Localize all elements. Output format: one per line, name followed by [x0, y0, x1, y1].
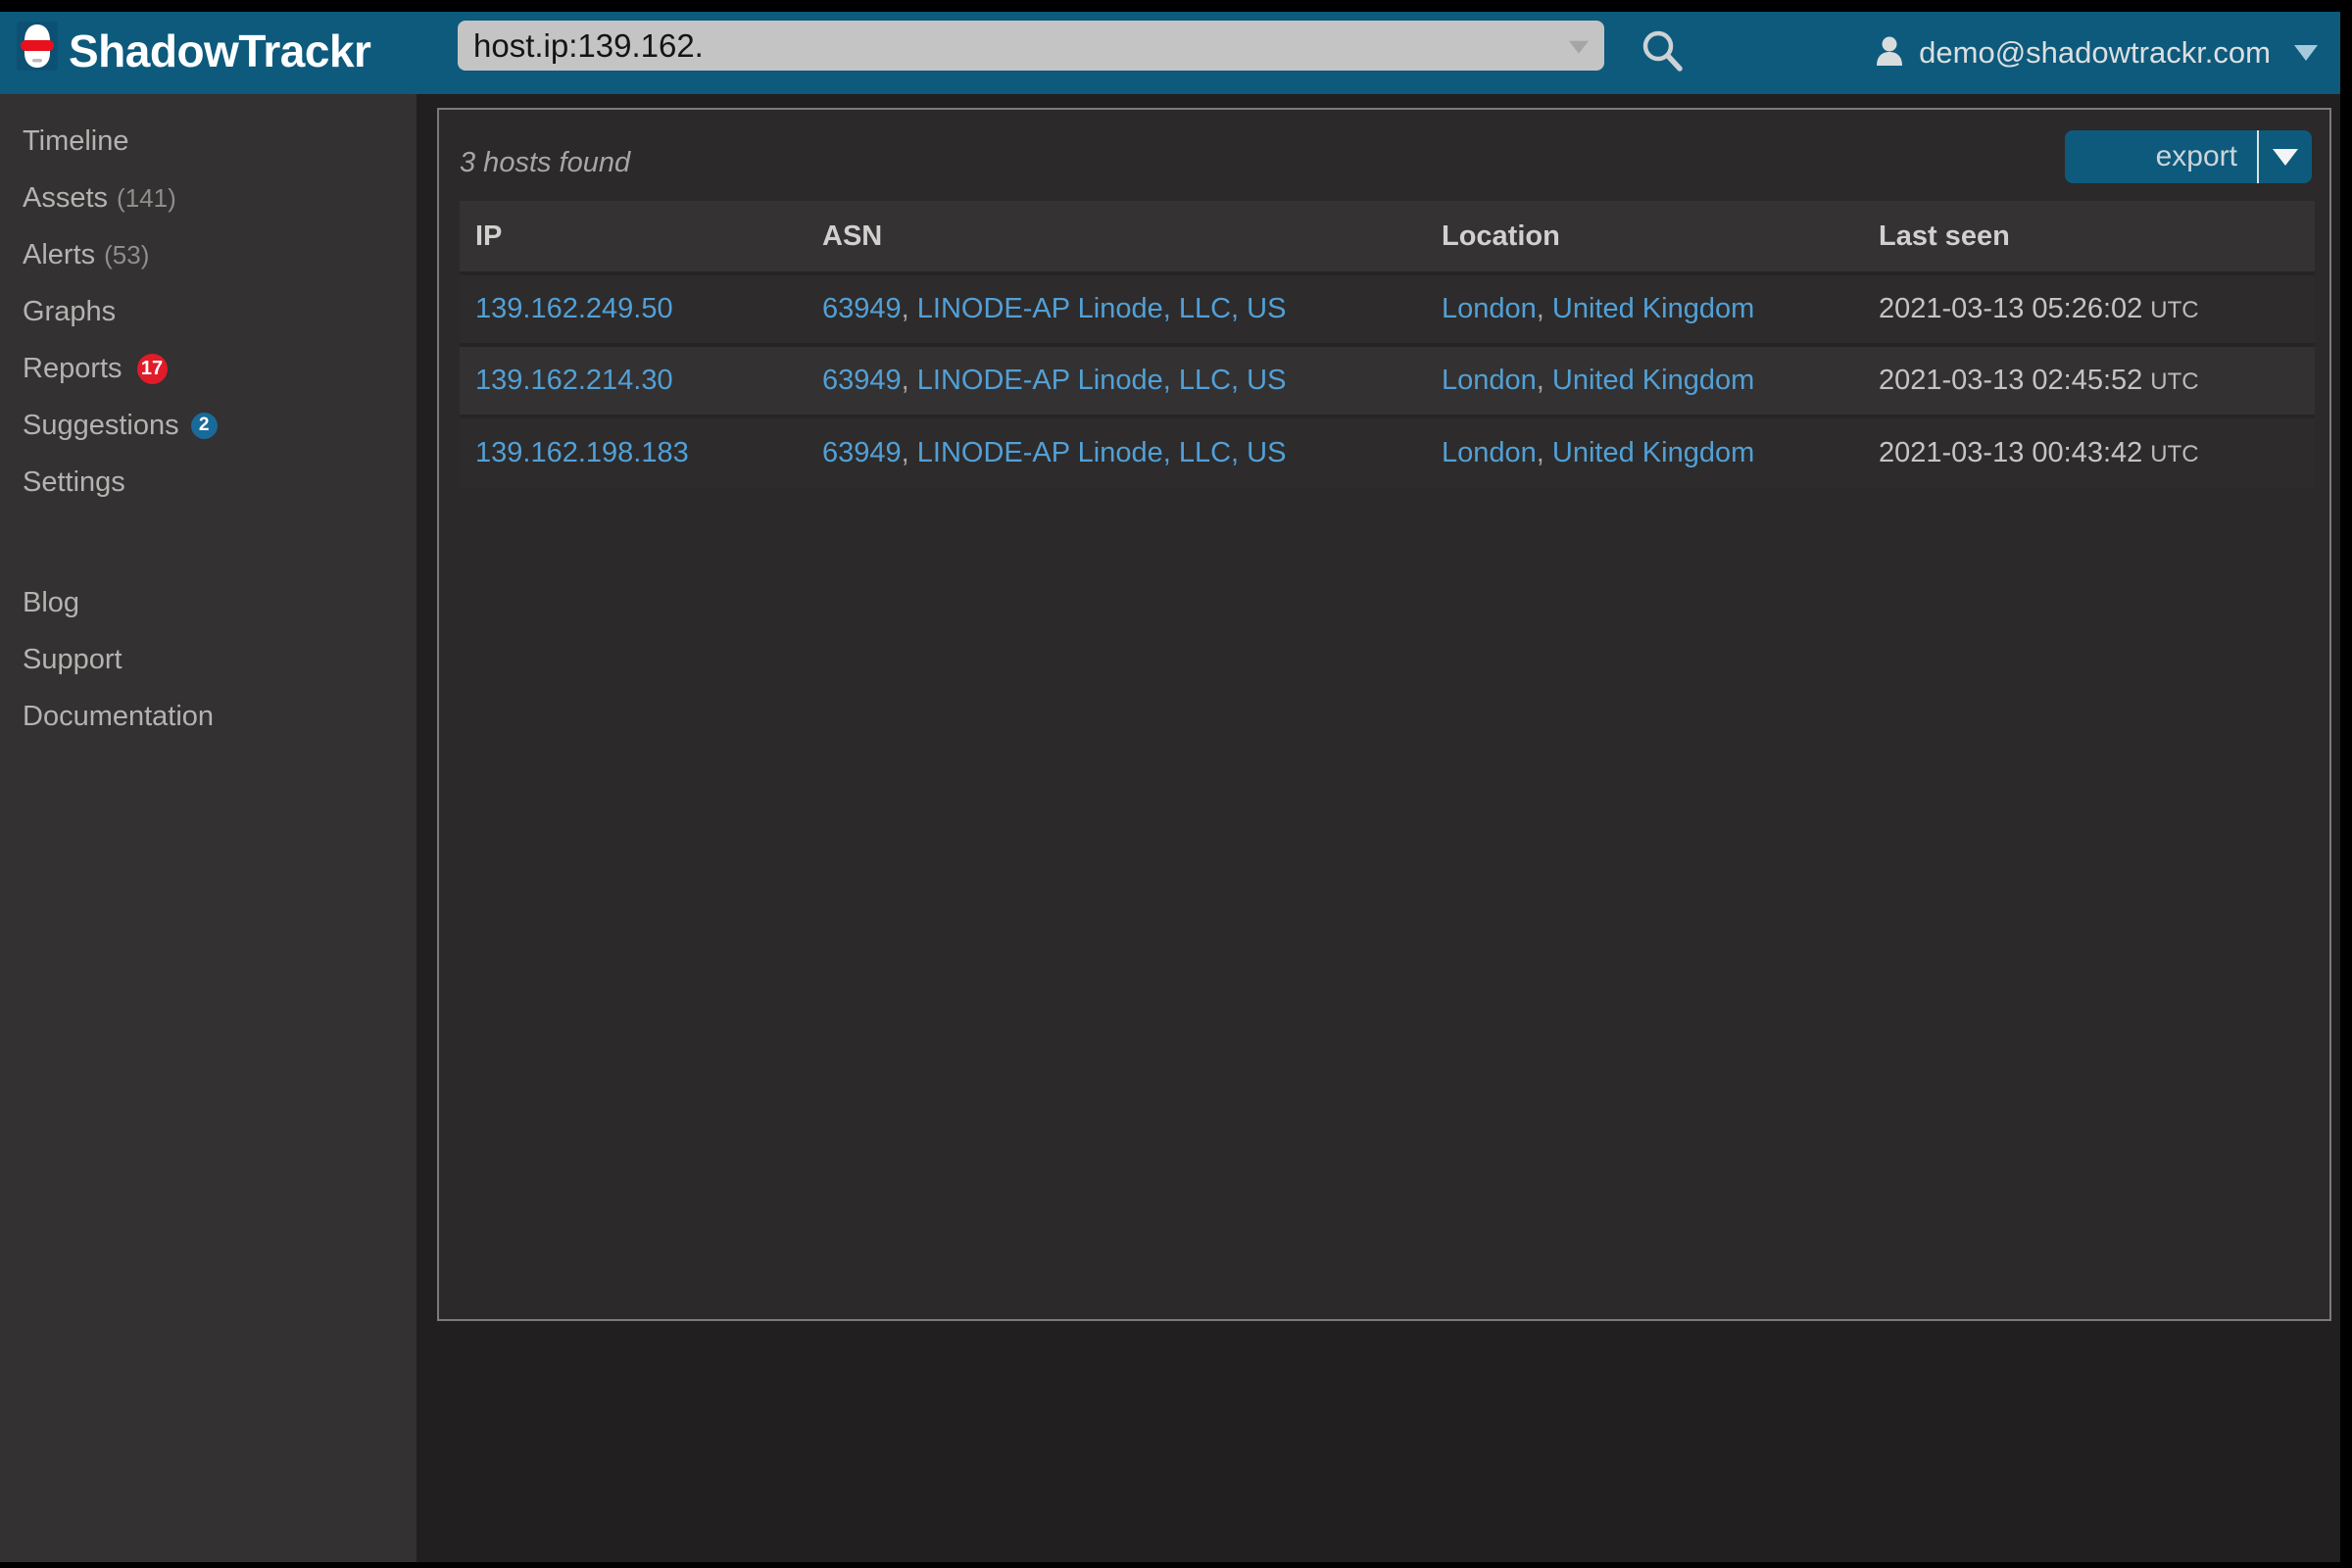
table-row: 139.162.249.50 63949, LINODE-AP Linode, …	[460, 273, 2315, 345]
search-box	[458, 21, 1604, 71]
results-summary: 3 hosts found	[460, 147, 631, 178]
timezone-label: UTC	[2150, 297, 2199, 323]
asn-org-link[interactable]: LINODE-AP Linode, LLC, US	[917, 293, 1287, 324]
country-link[interactable]: United Kingdom	[1552, 437, 1754, 468]
separator: ,	[901, 365, 917, 396]
table-header-row: IP ASN Location Last seen	[460, 201, 2315, 273]
last-seen-timestamp: 2021-03-13 00:43:42	[1879, 437, 2143, 468]
last-seen-timestamp: 2021-03-13 05:26:02	[1879, 293, 2143, 324]
asn-number-link[interactable]: 63949	[822, 365, 902, 396]
export-dropdown-button[interactable]	[2257, 130, 2312, 183]
country-link[interactable]: United Kingdom	[1552, 365, 1754, 396]
top-bar: ShadowTrackr demo@shadowtrackr.com	[0, 12, 2340, 94]
sidebar-item-label: Reports	[23, 352, 122, 384]
sidebar-item-label: Documentation	[23, 700, 215, 732]
ip-link[interactable]: 139.162.198.183	[475, 437, 689, 468]
timezone-label: UTC	[2150, 441, 2199, 467]
separator: ,	[1536, 437, 1552, 468]
sidebar-item-graphs[interactable]: Graphs	[0, 283, 416, 340]
asn-number-link[interactable]: 63949	[822, 293, 902, 324]
sidebar-item-suggestions[interactable]: Suggestions 2	[0, 397, 416, 454]
assets-count: (141)	[117, 182, 176, 213]
sidebar-item-label: Assets	[23, 181, 109, 214]
table-row: 139.162.214.30 63949, LINODE-AP Linode, …	[460, 345, 2315, 416]
export-button-label: export	[2155, 140, 2237, 172]
account-email: demo@shadowtrackr.com	[1919, 35, 2271, 70]
sidebar-item-blog[interactable]: Blog	[0, 574, 416, 631]
brand-title: ShadowTrackr	[69, 24, 371, 76]
sidebar-item-label: Support	[23, 643, 122, 675]
city-link[interactable]: London	[1442, 293, 1537, 324]
export-caret-down-icon	[2273, 148, 2298, 166]
ip-link[interactable]: 139.162.249.50	[475, 293, 673, 324]
sidebar-item-label: Suggestions	[23, 409, 179, 441]
sidebar-item-label: Graphs	[23, 295, 117, 327]
asn-number-link[interactable]: 63949	[822, 437, 902, 468]
separator: ,	[901, 293, 917, 324]
city-link[interactable]: London	[1442, 437, 1537, 468]
sidebar-item-label: Alerts	[23, 238, 96, 270]
sidebar-item-timeline[interactable]: Timeline	[0, 113, 416, 170]
search-dropdown-caret-icon[interactable]	[1569, 40, 1589, 54]
sidebar-item-label: Settings	[23, 466, 125, 498]
sidebar-item-support[interactable]: Support	[0, 631, 416, 688]
separator: ,	[1536, 293, 1552, 324]
timezone-label: UTC	[2150, 368, 2199, 395]
table-row: 139.162.198.183 63949, LINODE-AP Linode,…	[460, 416, 2315, 488]
column-header-ip: IP	[460, 201, 807, 273]
search-input[interactable]	[458, 21, 1604, 71]
ip-link[interactable]: 139.162.214.30	[475, 365, 673, 396]
column-header-location: Location	[1426, 201, 1863, 273]
last-seen-timestamp: 2021-03-13 02:45:52	[1879, 365, 2143, 396]
column-header-last-seen: Last seen	[1863, 201, 2315, 273]
results-panel: 3 hosts found export IP ASN Location Las…	[437, 108, 2331, 1321]
main-area: 3 hosts found export IP ASN Location Las…	[416, 94, 2340, 1562]
sidebar-item-assets[interactable]: Assets (141)	[0, 170, 416, 226]
suggestions-badge: 2	[190, 412, 218, 439]
account-menu[interactable]: demo@shadowtrackr.com	[1876, 12, 2318, 94]
sidebar-item-documentation[interactable]: Documentation	[0, 688, 416, 745]
sidebar: Timeline Assets (141) Alerts (53) Graphs…	[0, 94, 416, 1562]
alerts-count: (53)	[104, 239, 150, 270]
user-icon	[1876, 35, 1903, 71]
column-header-asn: ASN	[807, 201, 1426, 273]
sidebar-item-reports[interactable]: Reports 17	[0, 340, 416, 397]
country-link[interactable]: United Kingdom	[1552, 293, 1754, 324]
separator: ,	[901, 437, 917, 468]
reports-badge: 17	[136, 353, 168, 384]
export-button[interactable]: export	[2065, 130, 2312, 183]
shadowtrackr-logo[interactable]	[17, 22, 58, 71]
hosts-table: IP ASN Location Last seen 139.162.249.50…	[460, 201, 2315, 488]
sidebar-item-alerts[interactable]: Alerts (53)	[0, 226, 416, 283]
sidebar-item-settings[interactable]: Settings	[0, 454, 416, 511]
asn-org-link[interactable]: LINODE-AP Linode, LLC, US	[917, 437, 1287, 468]
sidebar-item-label: Blog	[23, 586, 80, 618]
separator: ,	[1536, 365, 1552, 396]
asn-org-link[interactable]: LINODE-AP Linode, LLC, US	[917, 365, 1287, 396]
sidebar-item-label: Timeline	[23, 124, 129, 157]
account-caret-down-icon	[2294, 45, 2318, 61]
city-link[interactable]: London	[1442, 365, 1537, 396]
search-icon[interactable]	[1641, 28, 1686, 78]
app-window: ShadowTrackr demo@shadowtrackr.com	[0, 12, 2340, 1562]
helmet-icon	[17, 24, 58, 74]
